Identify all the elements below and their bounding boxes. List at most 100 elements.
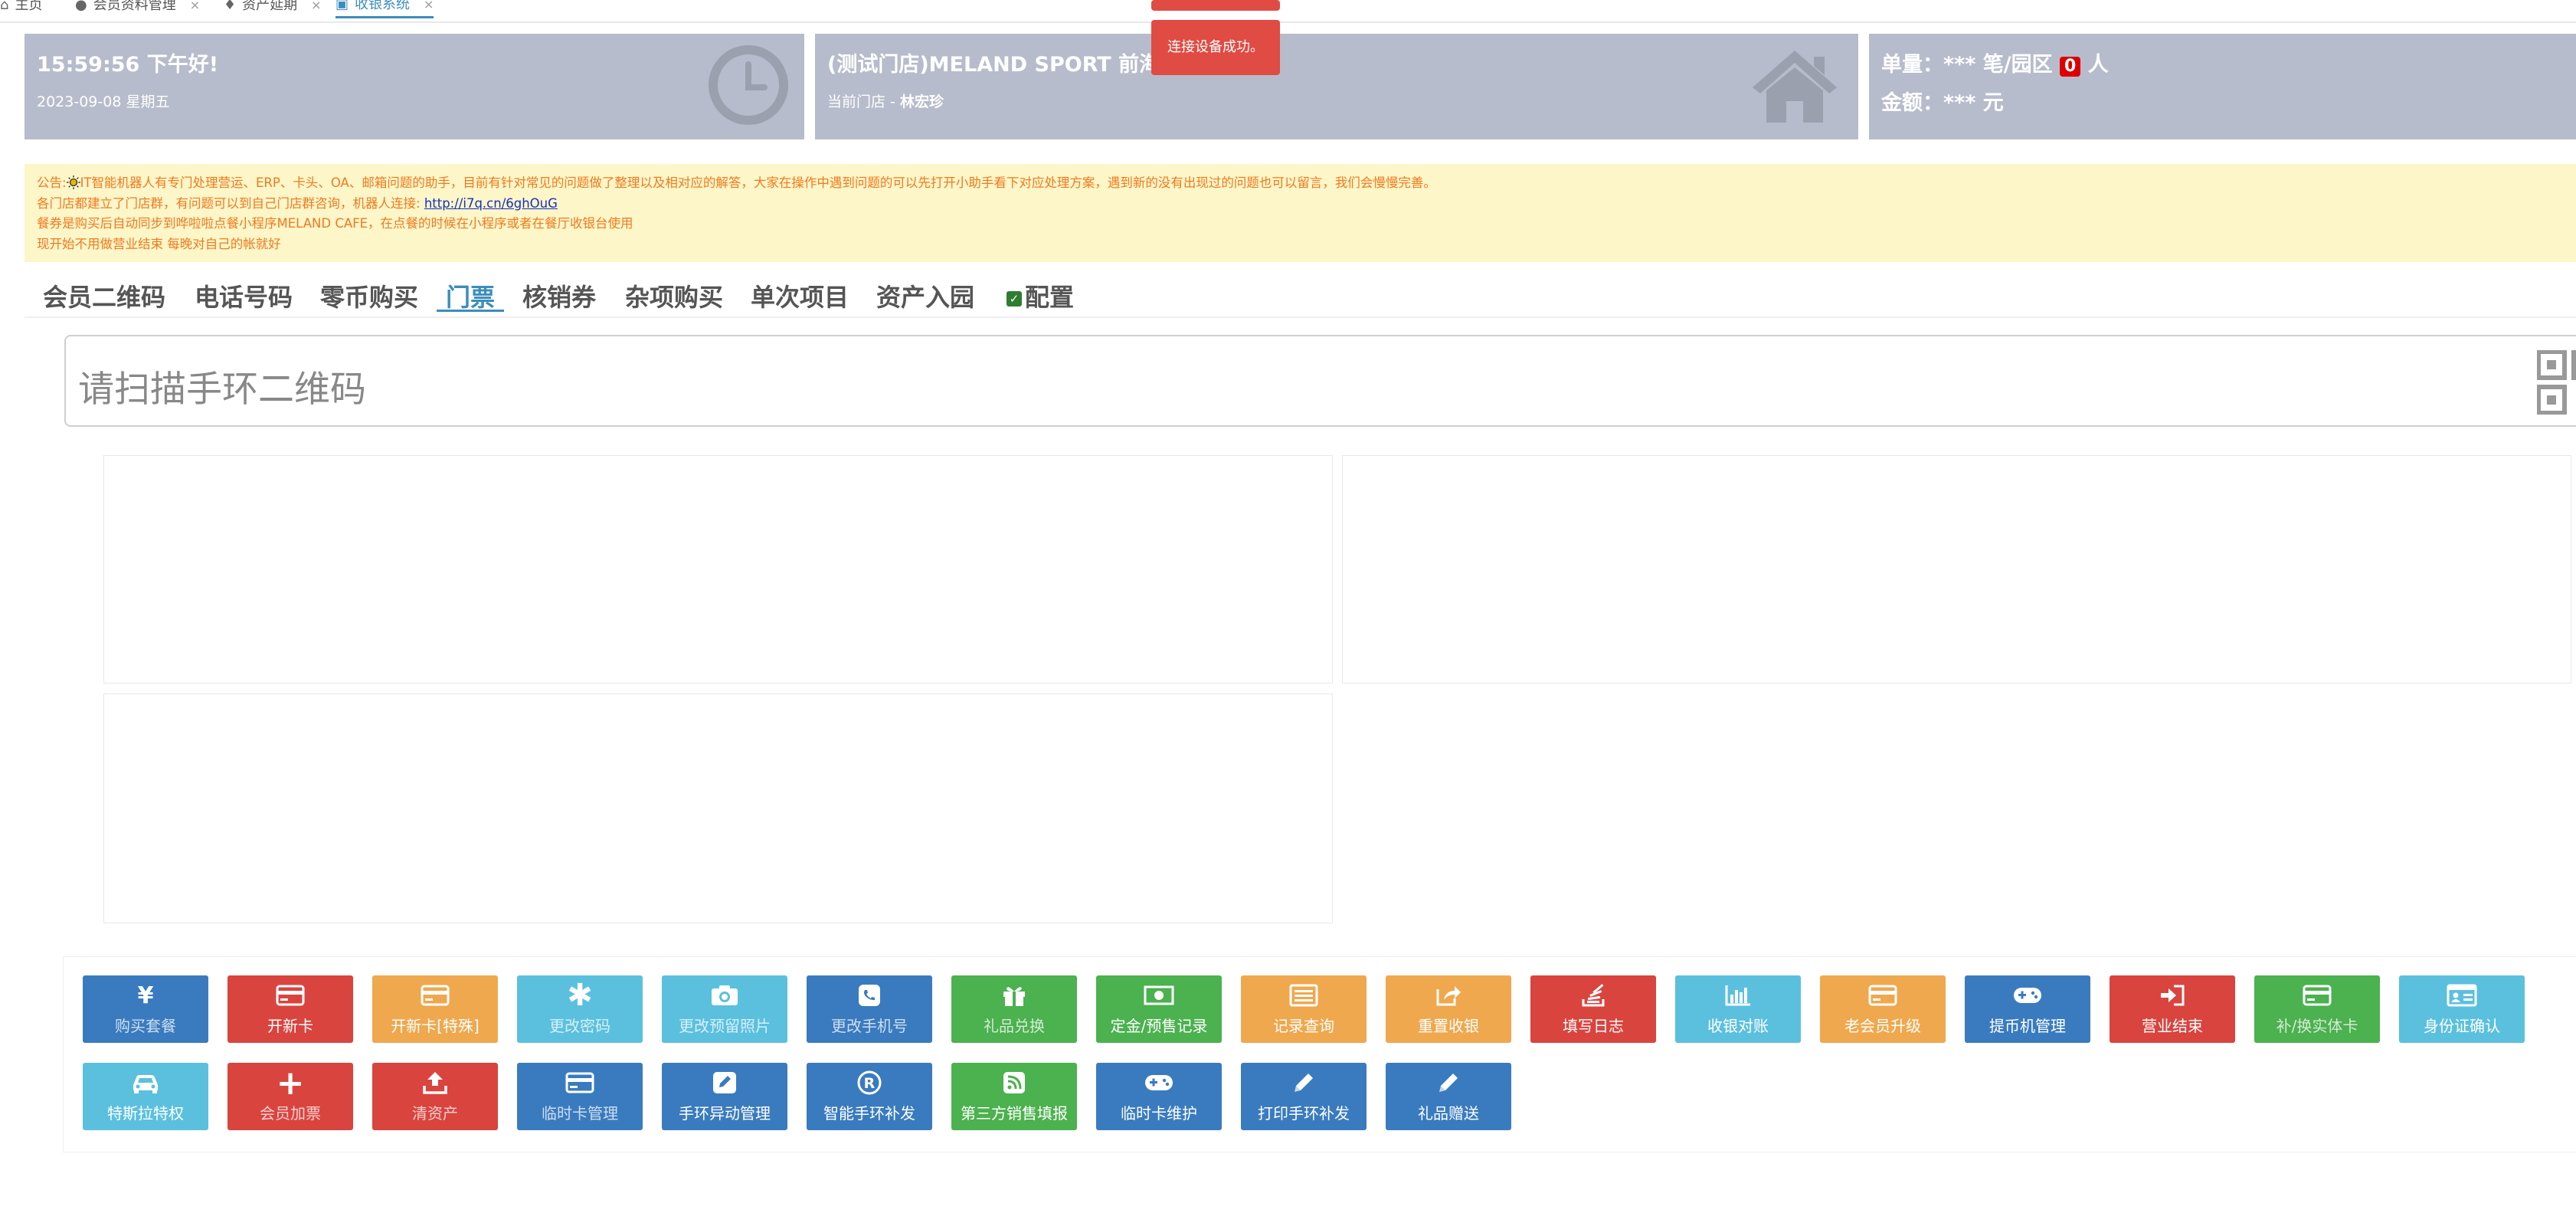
open-card-button[interactable]: 开新卡 — [227, 975, 353, 1043]
phone-icon — [807, 982, 932, 1009]
camera-icon — [662, 982, 787, 1009]
close-icon[interactable]: × — [424, 0, 434, 14]
plus-icon: + — [276, 1063, 305, 1103]
clear-assets-button[interactable]: 清资产 — [372, 1063, 498, 1130]
tab-bar: ⌂ 主页 ● 会员资料管理 × ♦ 资产延期 × ▣ 收银系统 × — [0, 0, 2576, 23]
open-card-special-button[interactable]: 开新卡[特殊] — [372, 975, 498, 1043]
tab-member-qrcode[interactable]: 会员二维码 — [43, 278, 165, 312]
write-log-button[interactable]: 填写日志 — [1530, 975, 1656, 1043]
tab-phone-number[interactable]: 电话号码 — [195, 278, 293, 312]
close-icon[interactable]: × — [190, 0, 200, 15]
svg-text:R: R — [864, 1075, 876, 1092]
gamepad-icon — [1096, 1069, 1222, 1097]
asterisk-icon: ✱ — [567, 978, 593, 1013]
pencil-icon — [1241, 1069, 1367, 1097]
credit-card-icon — [2254, 982, 2380, 1009]
temp-card-maintain-button[interactable]: 临时卡维护 — [1096, 1063, 1222, 1130]
id-card-confirm-button[interactable]: 身份证确认 — [2399, 975, 2525, 1043]
tab-single-item[interactable]: 单次项目 — [751, 278, 849, 312]
toast-message: 连接设备成功。 — [1151, 20, 1280, 75]
member-add-ticket-button[interactable]: + 会员加票 — [227, 1063, 353, 1130]
deposit-record-button[interactable]: 定金/预售记录 — [1096, 975, 1222, 1043]
sign-in-icon — [2110, 982, 2235, 1009]
reconcile-button[interactable]: 收银对账 — [1675, 975, 1801, 1043]
tab-asset-extension[interactable]: ♦ 资产延期 × — [224, 0, 322, 18]
tab-home[interactable]: ⌂ 主页 — [0, 0, 42, 18]
wristband-change-button[interactable]: 手环异动管理 — [662, 1063, 787, 1130]
gift-icon — [951, 982, 1077, 1009]
tab-misc-purchase[interactable]: 杂项购买 — [625, 278, 723, 312]
action-button-panel: ¥ 购买套餐 开新卡 开新卡[特殊] ✱ 更改密码 更改预留照片 更改手机号 礼… — [63, 956, 2576, 1152]
staff-name: 林宏珍 — [899, 93, 944, 110]
tab-label: 资产延期 — [242, 0, 298, 13]
announcement: 公告: IT智能机器人有专门处理营运、ERP、卡头、OA、邮箱问题的助手，目前有针… — [25, 164, 2576, 262]
orders-label: 单量：*** 笔/园区 — [1881, 53, 2053, 77]
close-icon[interactable]: × — [311, 0, 321, 15]
clock-icon — [709, 45, 788, 125]
smart-wristband-reissue-button[interactable]: R 智能手环补发 — [807, 1063, 932, 1130]
info-box — [103, 455, 1333, 683]
robot-link[interactable]: http://i7q.cn/6ghOuG — [424, 196, 558, 211]
tesla-privilege-button[interactable]: 特斯拉特权 — [83, 1063, 208, 1130]
store-panel: (测试门店)MELAND SPORT 前海 当前门店 - 林宏珍 — [815, 34, 1858, 139]
time-greeting: 15:59:56 下午好! — [37, 53, 219, 77]
replace-card-button[interactable]: 补/换实体卡 — [2254, 975, 2380, 1043]
tab-asset-entry[interactable]: 资产入园 — [876, 278, 974, 312]
registered-icon: R — [807, 1069, 932, 1097]
change-password-button[interactable]: ✱ 更改密码 — [517, 975, 643, 1043]
record-query-button[interactable]: 记录查询 — [1241, 975, 1367, 1043]
member-upgrade-button[interactable]: 老会员升级 — [1820, 975, 1946, 1043]
tab-cashier[interactable]: ▣ 收银系统 × — [336, 0, 434, 18]
announcement-line: 餐券是购买后自动同步到哗啦啦点餐小程序MELAND CAFE，在点餐的时候在小程… — [37, 216, 633, 231]
check-icon: ✓ — [1007, 291, 1022, 306]
print-wristband-button[interactable]: 打印手环补发 — [1241, 1063, 1367, 1130]
business-close-button[interactable]: 营业结束 — [2110, 975, 2235, 1043]
credit-card-icon — [372, 982, 498, 1009]
gamepad-icon — [1965, 982, 2090, 1009]
tab-member-data[interactable]: ● 会员资料管理 × — [75, 0, 200, 18]
list-icon — [1241, 982, 1367, 1009]
reset-cashier-button[interactable]: 重置收银 — [1386, 975, 1511, 1043]
gift-exchange-button[interactable]: 礼品兑换 — [951, 975, 1077, 1043]
tab-label: 主页 — [15, 0, 43, 13]
wristband-scan-input[interactable]: 请扫描手环二维码 — [64, 335, 2576, 427]
id-card-icon — [2399, 982, 2525, 1009]
store-prefix: 当前门店 - — [827, 93, 900, 110]
buy-package-button[interactable]: ¥ 购买套餐 — [83, 975, 208, 1043]
tab-coin-purchase[interactable]: 零币购买 — [320, 278, 418, 312]
store-name: (测试门店)MELAND SPORT 前海 — [827, 53, 1160, 77]
rss-icon — [951, 1069, 1077, 1097]
tab-config[interactable]: ✓ 配置 — [1007, 278, 1074, 312]
tab-label: 会员资料管理 — [93, 0, 176, 13]
edit-icon — [662, 1069, 787, 1097]
temp-card-manage-button[interactable]: 临时卡管理 — [517, 1063, 643, 1130]
money-icon — [1096, 982, 1222, 1009]
gift-giving-button[interactable]: 礼品赠送 — [1386, 1063, 1511, 1130]
tab-redeem-voucher[interactable]: 核销券 — [522, 278, 596, 312]
tab-label: 收银系统 — [355, 0, 411, 12]
time-panel: 15:59:56 下午好! 2023-09-08 星期五 — [25, 34, 804, 139]
current-store: 当前门店 - 林宏珍 — [827, 90, 944, 111]
visitor-count-badge: 0 — [2060, 57, 2081, 77]
third-party-sales-button[interactable]: 第三方销售填报 — [951, 1063, 1077, 1130]
laptop-icon: ▣ — [336, 0, 349, 12]
home-icon: ⌂ — [0, 0, 9, 13]
change-phone-button[interactable]: 更改手机号 — [807, 975, 932, 1043]
credit-card-icon — [1820, 982, 1946, 1009]
car-icon — [83, 1069, 208, 1097]
stack-icon — [1530, 982, 1656, 1009]
pencil-icon — [1386, 1069, 1511, 1097]
toast-message — [1151, 0, 1280, 11]
current-date: 2023-09-08 星期五 — [37, 93, 170, 110]
function-tabs: 会员二维码 电话号码 零币购买 门票 核销券 杂项购买 单次项目 资产入园 ✓ 配… — [25, 270, 2576, 318]
change-photo-button[interactable]: 更改预留照片 — [662, 975, 787, 1043]
amount-total: 金额：*** 元 — [1881, 91, 2004, 115]
coin-machine-button[interactable]: 提币机管理 — [1965, 975, 2090, 1043]
tab-ticket[interactable]: 门票 — [437, 278, 505, 312]
tab-config-label: 配置 — [1025, 283, 1075, 312]
announcement-line: 各门店都建立了门店群，有问题可以到自己门店群咨询，机器人连接: http://i… — [37, 195, 558, 211]
order-count: 单量：*** 笔/园区 0 人 — [1881, 48, 2109, 77]
bell-icon: ♦ — [224, 0, 237, 13]
stats-panel: 单量：*** 笔/园区 0 人 金额：*** 元 — [1869, 34, 2576, 139]
announcement-line: 现开始不用做营业结束 每晚对自己的帐就好 — [37, 236, 281, 251]
